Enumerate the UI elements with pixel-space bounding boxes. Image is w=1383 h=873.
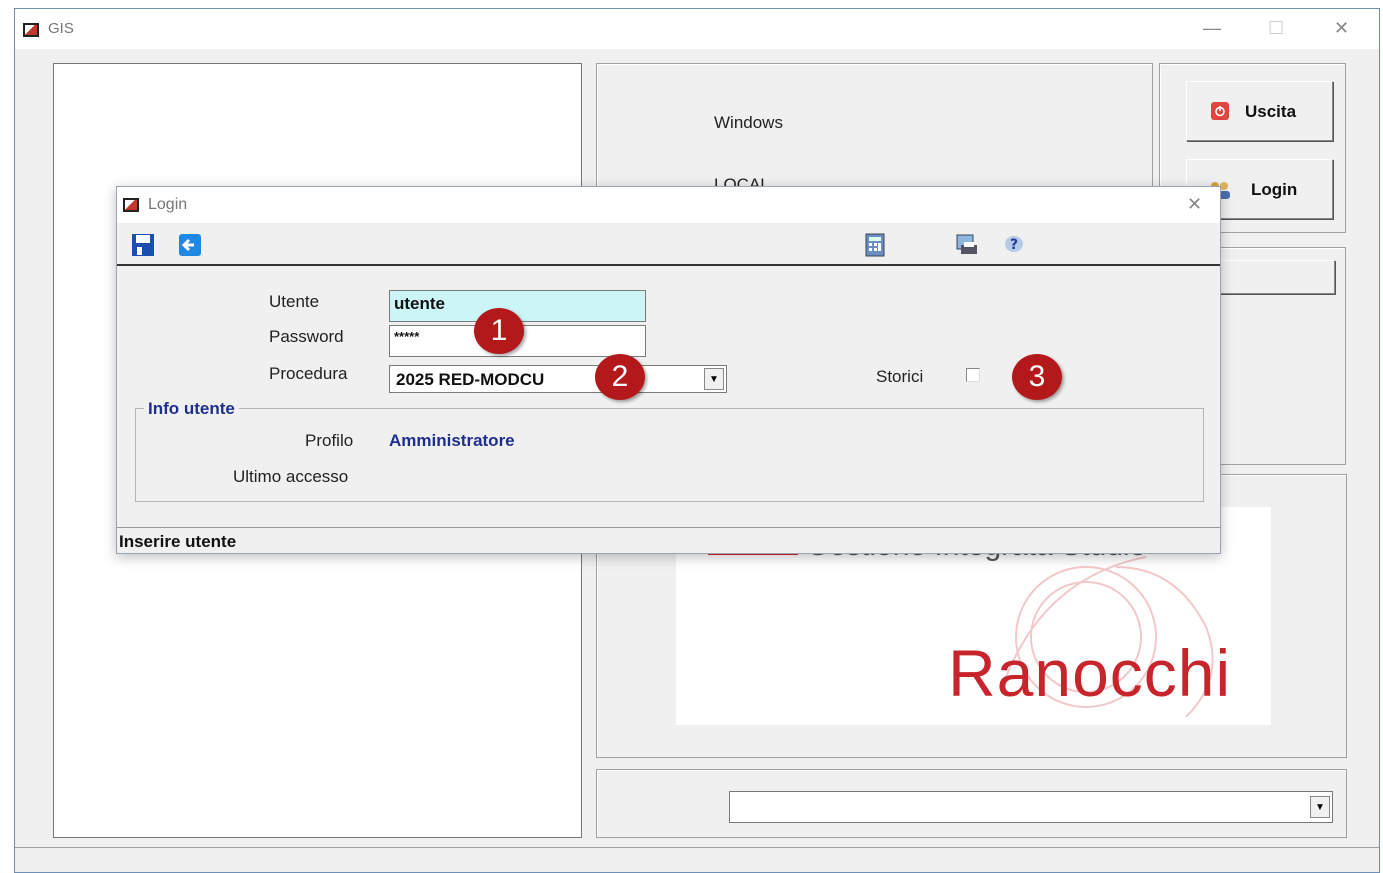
- procedure-select-value: 2025 RED-MODCU: [396, 370, 545, 389]
- bottom-combo[interactable]: ▼: [729, 791, 1333, 823]
- logo-brand: Ranocchi: [948, 636, 1232, 710]
- exit-button-label: Uscita: [1245, 102, 1297, 121]
- window-title: GIS: [48, 20, 74, 37]
- step-badge-2: 2: [595, 354, 645, 400]
- login-status-divider: [117, 527, 1220, 528]
- procedure-label: Procedura: [269, 364, 348, 383]
- step-badge-3: 3: [1012, 354, 1062, 400]
- login-toolbar: ?: [117, 224, 1220, 266]
- save-icon[interactable]: [131, 233, 155, 257]
- login-titlebar: Login ✕: [117, 187, 1220, 223]
- profile-label: Profilo: [305, 431, 354, 450]
- maximize-button[interactable]: ☐: [1268, 18, 1284, 39]
- step-badge-1: 1: [474, 308, 524, 354]
- login-title: Login: [148, 196, 188, 213]
- main-titlebar: GIS — ☐ ✕: [15, 9, 1379, 49]
- info-user-group: [135, 408, 1204, 502]
- last-access-label: Ultimo accesso: [233, 467, 349, 486]
- profile-value: Amministratore: [389, 431, 515, 450]
- calculator-icon[interactable]: [863, 233, 887, 257]
- procedure-select[interactable]: 2025 RED-MODCU ▼: [389, 365, 727, 393]
- user-label: Utente: [269, 292, 320, 311]
- svg-text:?: ?: [1010, 237, 1018, 253]
- history-label: Storici: [876, 367, 924, 386]
- minimize-button[interactable]: —: [1203, 18, 1221, 39]
- main-status-divider: [15, 847, 1379, 848]
- print-preview-icon[interactable]: [955, 233, 979, 257]
- info-user-legend: Info utente: [144, 399, 239, 419]
- login-status-text: Inserire utente: [119, 532, 237, 551]
- history-checkbox[interactable]: [966, 368, 980, 382]
- login-close-button[interactable]: ✕: [1187, 194, 1202, 215]
- exit-button[interactable]: Uscita: [1186, 81, 1333, 141]
- bottom-panel: ▼: [596, 769, 1347, 838]
- close-button[interactable]: ✕: [1334, 18, 1349, 39]
- exit-icon: [1211, 102, 1229, 120]
- login-app-icon: [123, 198, 139, 212]
- app-icon: [23, 23, 39, 37]
- chevron-down-icon[interactable]: ▼: [1310, 796, 1330, 818]
- password-label: Password: [269, 327, 344, 346]
- chevron-down-icon[interactable]: ▼: [704, 368, 724, 390]
- back-icon[interactable]: [178, 233, 202, 257]
- help-icon[interactable]: ?: [1002, 233, 1026, 257]
- info-line-windows: Windows: [714, 113, 783, 132]
- login-button-label: Login: [1251, 180, 1298, 199]
